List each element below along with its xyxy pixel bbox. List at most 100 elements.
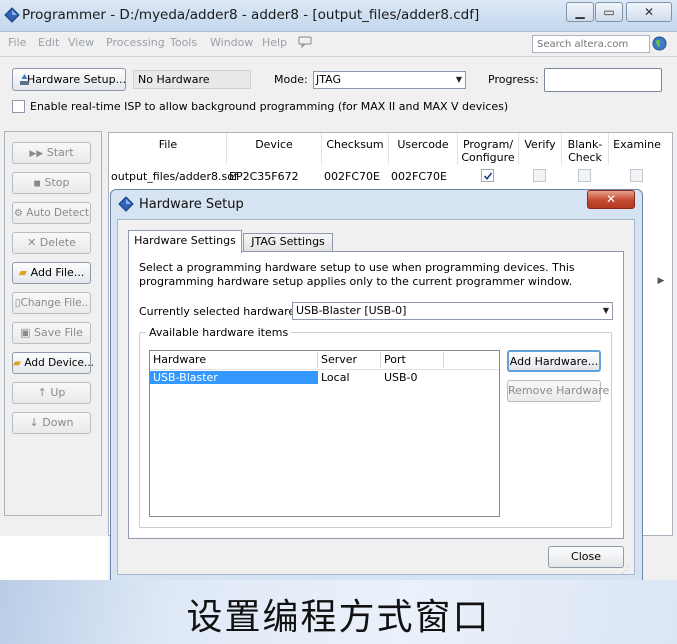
current-hardware-label: Currently selected hardware: — [139, 305, 299, 318]
col-header-file[interactable]: File — [110, 138, 226, 151]
verify-checkbox[interactable] — [533, 169, 546, 182]
down-label: Down — [42, 416, 74, 429]
available-hardware-label: Available hardware items — [146, 326, 292, 339]
mode-value: JTAG — [316, 73, 341, 86]
resize-grip-icon[interactable]: ⋰ — [622, 566, 634, 578]
help-chat-icon[interactable] — [298, 36, 312, 48]
remove-hardware-button[interactable]: Remove Hardware — [507, 380, 609, 402]
menu-edit[interactable]: Edit — [38, 36, 59, 49]
current-hardware-select[interactable]: USB-Blaster [USB-0] ▼ — [292, 302, 613, 320]
menu-processing[interactable]: Processing — [106, 36, 165, 49]
isp-label: Enable real-time ISP to allow background… — [30, 100, 509, 113]
save-file-button[interactable]: ▣ Save File — [12, 322, 91, 344]
toolbar-divider — [0, 56, 677, 57]
add-device-label: Add Device... — [24, 357, 95, 369]
current-hardware-value: USB-Blaster [USB-0] — [296, 304, 407, 317]
minimize-button[interactable]: ▁ — [566, 2, 594, 22]
lower-left-blank-area — [0, 536, 108, 580]
tab-jtag-settings[interactable]: JTAG Settings — [243, 233, 333, 251]
stop-label: Stop — [44, 176, 70, 189]
list-item-server: Local — [321, 371, 350, 384]
tab-hardware-settings[interactable]: Hardware Settings — [128, 230, 242, 253]
col-header-blank-check[interactable]: Blank- Check — [562, 138, 608, 164]
start-label: Start — [46, 146, 74, 159]
auto-detect-button[interactable]: ⚙ Auto Detect — [12, 202, 91, 224]
down-arrow-icon: ↓ — [29, 416, 39, 429]
list-col-divider — [443, 352, 444, 368]
list-header-port[interactable]: Port — [381, 351, 443, 369]
folder-add-icon: ▰ — [18, 266, 28, 279]
menu-tools[interactable]: Tools — [170, 36, 197, 49]
add-file-button[interactable]: ▰ Add File... — [12, 262, 91, 284]
checkmark-icon — [483, 172, 493, 181]
globe-icon[interactable] — [652, 36, 667, 51]
program-configure-checkbox[interactable] — [481, 169, 494, 182]
chevron-down-icon: ▼ — [602, 306, 609, 315]
scroll-right-icon[interactable]: ▶ — [650, 272, 672, 290]
change-file-button[interactable]: ▯Change File.. — [12, 292, 91, 314]
start-button[interactable]: ▶▶ Start — [12, 142, 91, 164]
examine-checkbox[interactable] — [630, 169, 643, 182]
close-button[interactable]: Close — [548, 546, 624, 568]
progress-label: Progress: — [488, 73, 539, 86]
up-label: Up — [50, 386, 66, 399]
delete-button[interactable]: ✕ Delete — [12, 232, 91, 254]
blank-check-checkbox[interactable] — [578, 169, 591, 182]
row-checksum: 002FC70E — [324, 170, 380, 183]
search-input[interactable] — [532, 35, 650, 53]
mode-select[interactable]: JTAG ▼ — [313, 71, 466, 89]
list-header-hardware[interactable]: Hardware — [150, 351, 317, 369]
stop-button[interactable]: ◼ Stop — [12, 172, 91, 194]
row-file[interactable]: output_files/adder8.sof — [111, 170, 238, 183]
maximize-button[interactable]: ▭ — [595, 2, 623, 22]
delete-icon: ✕ — [27, 236, 37, 249]
hardware-status-field: No Hardware — [133, 70, 251, 89]
mode-label: Mode: — [274, 73, 308, 86]
col-header-usercode[interactable]: Usercode — [389, 138, 457, 151]
auto-detect-icon: ⚙ — [13, 208, 23, 219]
col-header-examine[interactable]: Examine — [609, 138, 665, 151]
up-button[interactable]: ↑ Up — [12, 382, 91, 404]
up-arrow-icon: ↑ — [37, 386, 47, 399]
dialog-close-icon[interactable]: ✕ — [587, 190, 635, 209]
start-icon: ▶▶ — [29, 149, 44, 159]
row-usercode: 002FC70E — [391, 170, 447, 183]
col-header-device[interactable]: Device — [227, 138, 321, 151]
list-header-server[interactable]: Server — [318, 351, 380, 369]
dialog-diamond-icon — [118, 196, 134, 212]
list-item-hardware[interactable]: USB-Blaster — [153, 371, 218, 384]
col-header-program-configure[interactable]: Program/ Configure — [458, 138, 518, 164]
stop-icon: ◼ — [33, 179, 41, 189]
col-header-verify[interactable]: Verify — [519, 138, 561, 151]
save-file-label: Save File — [34, 326, 83, 339]
dialog-title: Hardware Setup — [139, 197, 244, 212]
down-button[interactable]: ↓ Down — [12, 412, 91, 434]
change-file-label: Change File.. — [20, 297, 89, 309]
slide-caption: 设置编程方式窗口 — [186, 597, 491, 638]
row-device: EP2C35F672 — [229, 170, 299, 183]
intro-text: Select a programming hardware setup to u… — [139, 261, 575, 288]
chevron-down-icon: ▼ — [455, 75, 462, 84]
window-title: Programmer - D:/myeda/adder8 - adder8 - … — [22, 7, 480, 23]
hardware-setup-icon — [20, 74, 29, 85]
isp-checkbox[interactable] — [12, 100, 25, 113]
app-diamond-icon — [4, 7, 20, 23]
add-hardware-button[interactable]: Add Hardware... — [507, 350, 601, 372]
add-device-button[interactable]: ▰ Add Device... — [12, 352, 95, 374]
menu-view[interactable]: View — [68, 36, 94, 49]
window-close-button[interactable]: ✕ — [626, 2, 672, 22]
menu-help[interactable]: Help — [262, 36, 287, 49]
add-file-label: Add File... — [30, 266, 85, 279]
list-item-port: USB-0 — [384, 371, 418, 384]
hardware-setup-button[interactable]: Hardware Setup... — [12, 68, 126, 91]
delete-label: Delete — [39, 236, 76, 249]
save-icon: ▣ — [20, 326, 31, 339]
add-device-icon: ▰ — [13, 357, 22, 369]
col-header-checksum[interactable]: Checksum — [322, 138, 388, 151]
progress-bar — [544, 68, 662, 92]
menu-window[interactable]: Window — [210, 36, 253, 49]
auto-detect-label: Auto Detect — [26, 207, 90, 219]
menu-file[interactable]: File — [8, 36, 26, 49]
title-bar[interactable]: Programmer - D:/myeda/adder8 - adder8 - … — [0, 0, 677, 32]
list-header-divider — [150, 369, 499, 370]
